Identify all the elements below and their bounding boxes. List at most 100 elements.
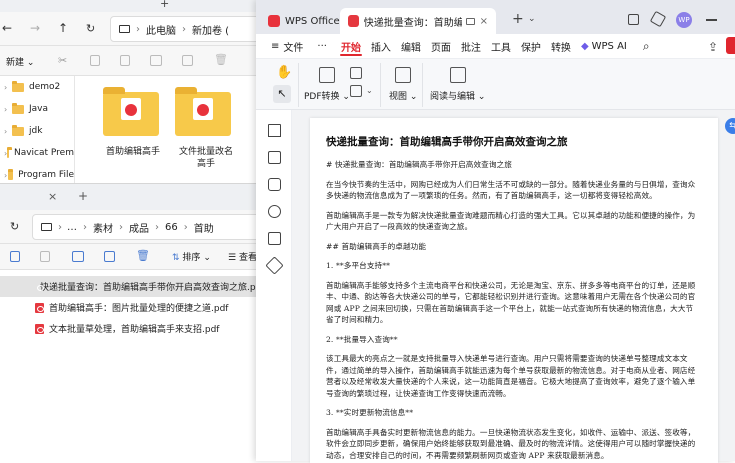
up-icon[interactable]: ↑ bbox=[58, 21, 68, 35]
menu-wps-ai[interactable]: ◆ WPS AI bbox=[576, 34, 632, 58]
image-tool-icon[interactable] bbox=[350, 67, 362, 79]
breadcrumb-item[interactable]: 首助 bbox=[194, 220, 214, 235]
breadcrumb-item[interactable]: 66 bbox=[165, 222, 178, 233]
chevron-down-icon[interactable]: ⌄ bbox=[528, 14, 536, 24]
menu-tools[interactable]: 工具 bbox=[486, 34, 516, 58]
menu-convert[interactable]: 转换 bbox=[546, 34, 576, 58]
copy-icon[interactable] bbox=[90, 55, 100, 66]
read-edit-label: 阅读与编辑 ⌄ bbox=[430, 92, 486, 102]
forward-icon[interactable]: → bbox=[30, 21, 40, 35]
menu-more[interactable]: ··· bbox=[312, 34, 332, 58]
cloud-upload-icon[interactable]: ⇪ bbox=[708, 40, 718, 54]
view-label: 查看 bbox=[238, 253, 257, 263]
folder-content: 首助编辑高手 文件批量改名高手 bbox=[75, 76, 270, 190]
nav-item-java[interactable]: › Java bbox=[0, 98, 74, 120]
nav-item-label: Java bbox=[29, 104, 49, 114]
sort-label: 排序 bbox=[182, 253, 201, 263]
divider bbox=[298, 63, 299, 107]
breadcrumb-item[interactable]: 新加卷 ( bbox=[192, 22, 229, 37]
select-tool-icon[interactable]: ↖ bbox=[273, 85, 291, 103]
menu-comment[interactable]: 批注 bbox=[456, 34, 486, 58]
file-name: 文本批量草处理，首助编辑高手来支招.pdf bbox=[49, 325, 220, 335]
rename-icon[interactable] bbox=[72, 251, 84, 262]
menu-page[interactable]: 页面 bbox=[426, 34, 456, 58]
layers-icon[interactable] bbox=[265, 256, 284, 275]
breadcrumb-item[interactable]: 此电脑 bbox=[146, 22, 176, 37]
paste-icon[interactable] bbox=[120, 55, 130, 66]
comment-icon[interactable] bbox=[268, 178, 281, 191]
chevron-right-icon: › bbox=[4, 126, 8, 136]
tab-document[interactable]: 快递批量查询：首助编辑高手 × bbox=[340, 8, 496, 34]
pdf-icon bbox=[35, 302, 44, 313]
nav-item-jdk[interactable]: › jdk bbox=[0, 120, 74, 142]
menu-protect[interactable]: 保护 bbox=[516, 34, 546, 58]
rename-icon[interactable] bbox=[150, 55, 162, 66]
folder-label: 文件批量改名高手 bbox=[178, 147, 233, 169]
thumbnail-icon[interactable] bbox=[268, 151, 281, 164]
nav-item-navicat[interactable]: › Navicat Prem bbox=[0, 142, 74, 164]
delete-icon[interactable]: 🗑 bbox=[136, 249, 150, 262]
new-tab-button[interactable]: + bbox=[512, 11, 524, 27]
signature-icon[interactable] bbox=[268, 232, 281, 245]
search-icon[interactable]: ⌕ bbox=[638, 34, 655, 58]
menu-file[interactable]: ≡ 文件 bbox=[266, 34, 308, 58]
share-icon[interactable] bbox=[104, 251, 115, 262]
view-button[interactable]: ☰ 查看 bbox=[228, 250, 257, 263]
breadcrumb[interactable]: › … › 素材 › 成品 › 66 › 首助 bbox=[32, 214, 262, 240]
breadcrumb-item[interactable]: 素材 bbox=[93, 220, 113, 235]
sort-button[interactable]: ⇅ 排序 ⌄ bbox=[172, 250, 211, 263]
folder-item[interactable]: 文件批量改名高手 bbox=[175, 87, 237, 170]
refresh-icon[interactable]: ↻ bbox=[86, 22, 95, 35]
share-button[interactable] bbox=[726, 37, 735, 54]
back-icon[interactable]: ← bbox=[2, 21, 12, 35]
paragraph: 3. **实时更新物流信息** bbox=[326, 408, 414, 417]
new-button[interactable]: 新建 ⌄ bbox=[6, 55, 34, 68]
ribbon: ✋ ↖ PDF转换 ⌄ ⌄ 视图 ⌄ 阅读与编辑 ⌄ bbox=[256, 58, 735, 110]
file-item[interactable]: 首助编辑高手：图片批量处理的便捷之道.pdf bbox=[0, 297, 262, 318]
translate-icon[interactable]: ⇆ bbox=[725, 118, 735, 134]
sort-icon: ⇅ bbox=[172, 253, 180, 263]
new-tab-button[interactable]: + bbox=[78, 189, 88, 203]
chevron-right-icon: › bbox=[58, 221, 62, 233]
refresh-icon[interactable]: ↻ bbox=[10, 220, 19, 233]
pdf-convert-button[interactable]: PDF转换 ⌄ bbox=[304, 67, 350, 102]
paste-icon[interactable] bbox=[40, 251, 50, 262]
nav-item-demo2[interactable]: › demo2 bbox=[0, 76, 74, 98]
tab-wps-office[interactable]: WPS Office bbox=[260, 8, 348, 34]
monitor-icon bbox=[119, 25, 130, 33]
breadcrumb[interactable]: › 此电脑 › 新加卷 ( bbox=[110, 16, 270, 42]
monitor-icon[interactable] bbox=[466, 17, 475, 25]
paragraph: ## 首助编辑高手的卓越功能 bbox=[326, 241, 427, 251]
chevron-right-icon: › bbox=[4, 82, 8, 92]
breadcrumb-item[interactable]: … bbox=[67, 222, 77, 233]
attachment-icon[interactable] bbox=[268, 205, 281, 218]
file-item[interactable]: 文本批量草处理，首助编辑高手来支招.pdf bbox=[0, 318, 262, 339]
document-title: 快递批量查询：首助编辑高手带你开启高效查询之旅 bbox=[326, 136, 568, 148]
menu-edit[interactable]: 编辑 bbox=[396, 34, 426, 58]
menu-insert[interactable]: 插入 bbox=[366, 34, 396, 58]
rotate-icon[interactable] bbox=[350, 85, 362, 97]
delete-icon[interactable]: 🗑 bbox=[214, 53, 228, 66]
read-edit-button[interactable]: 阅读与编辑 ⌄ bbox=[430, 67, 485, 102]
minimize-icon[interactable] bbox=[706, 19, 717, 21]
chevron-down-icon[interactable]: ⌄ bbox=[366, 86, 373, 95]
copy-icon[interactable] bbox=[10, 251, 20, 262]
view-button[interactable]: 视图 ⌄ bbox=[389, 67, 417, 102]
hand-tool-icon[interactable]: ✋ bbox=[276, 65, 292, 80]
breadcrumb-item[interactable]: 成品 bbox=[129, 220, 149, 235]
cube-icon[interactable] bbox=[649, 10, 667, 28]
window-icon[interactable] bbox=[628, 14, 639, 25]
share-icon[interactable] bbox=[182, 55, 193, 66]
title-bar: + bbox=[0, 0, 270, 12]
bookmark-icon[interactable] bbox=[268, 124, 281, 137]
new-tab-button[interactable]: + bbox=[160, 0, 169, 10]
close-icon[interactable]: × bbox=[480, 16, 488, 27]
cut-icon[interactable]: ✂ bbox=[58, 54, 67, 67]
close-tab-button[interactable]: × bbox=[48, 190, 57, 203]
wps-logo-icon bbox=[268, 15, 280, 27]
avatar[interactable]: WP bbox=[676, 12, 692, 28]
file-item[interactable]: 快递批量查询：首助编辑高手带你开启高效查询之旅.pdf bbox=[0, 276, 262, 297]
folder-item[interactable]: 首助编辑高手 bbox=[103, 87, 163, 158]
menu-home[interactable]: 开始 bbox=[336, 34, 366, 58]
tab-strip: WPS Office 快递批量查询：首助编辑高手 × + ⌄ WP bbox=[256, 0, 735, 34]
